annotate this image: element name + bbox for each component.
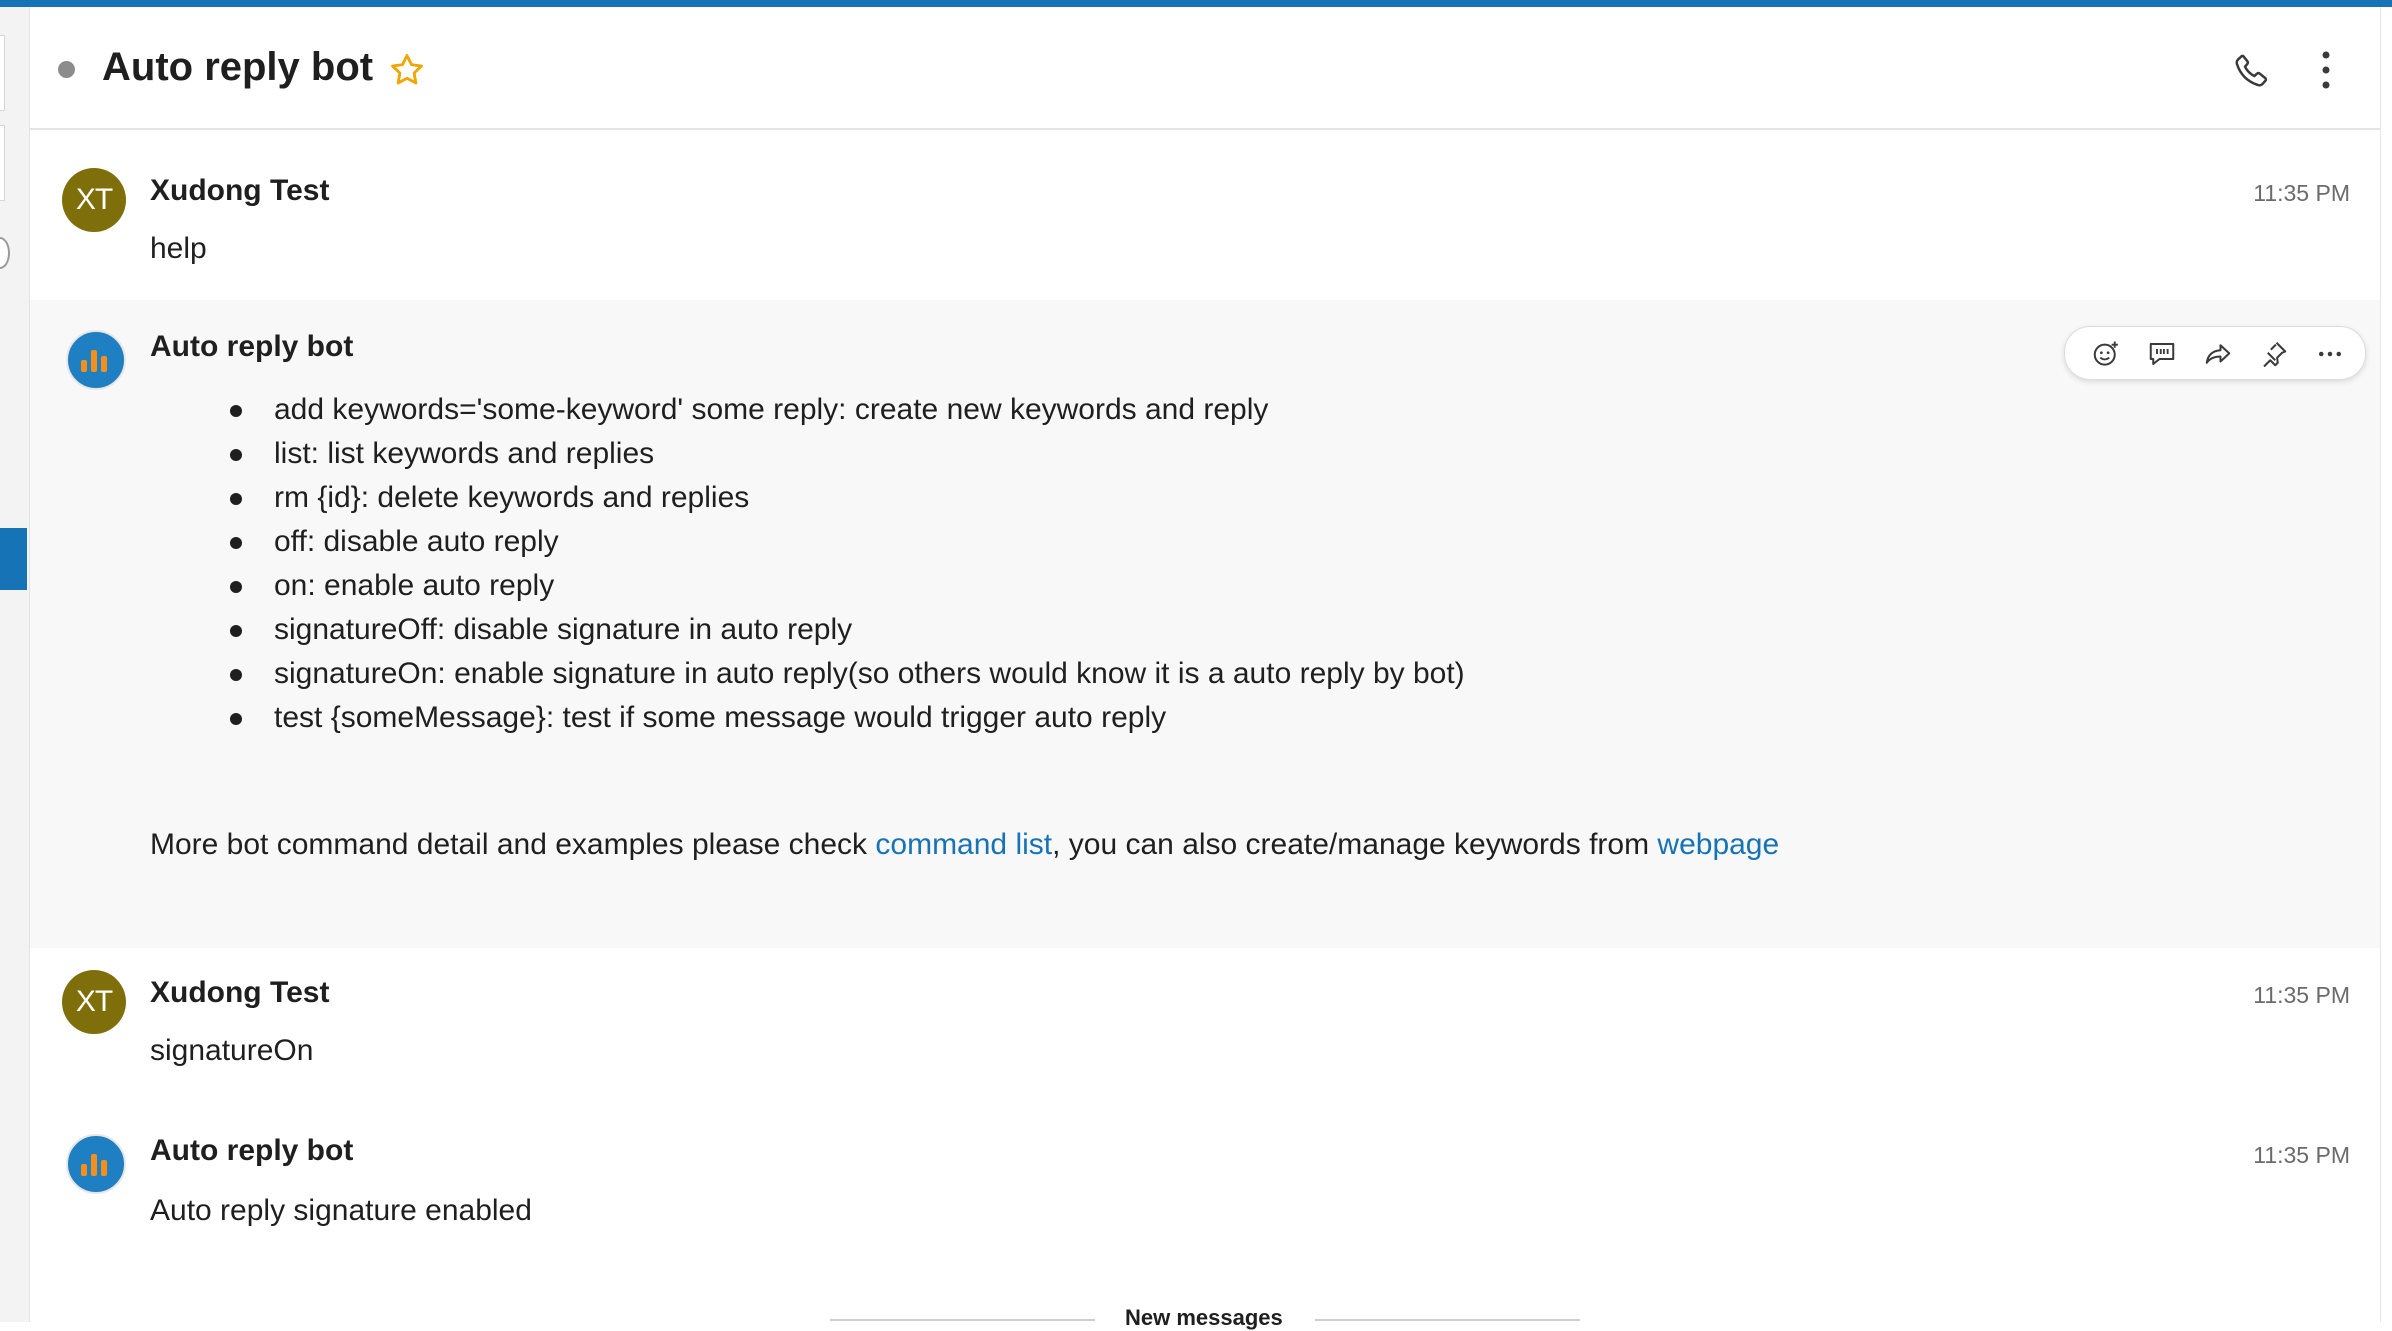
message-text: signatureOn (150, 1034, 314, 1067)
sender-name[interactable]: Xudong Test (150, 174, 329, 208)
message-text: help (150, 232, 207, 265)
new-messages-label: New messages (1125, 1305, 1283, 1330)
presence-dot (58, 61, 75, 78)
conversation-header: Auto reply bot (30, 7, 2380, 130)
bot-avatar[interactable] (66, 330, 126, 390)
nav-icon-partial[interactable] (0, 237, 10, 269)
list-item: add keywords='some-keyword' some reply: … (230, 388, 1465, 432)
list-item: rm {id}: delete keywords and replies (230, 476, 1465, 520)
left-navigation-strip (0, 7, 30, 1322)
message-item[interactable]: XT Xudong Test 11:35 PM signatureOn (30, 948, 2380, 1108)
list-item: on: enable auto reply (230, 564, 1465, 608)
message-action-bar (2064, 326, 2366, 380)
command-list: add keywords='some-keyword' some reply: … (230, 388, 1465, 740)
sender-name[interactable]: Xudong Test (150, 976, 329, 1010)
list-item: off: disable auto reply (230, 520, 1465, 564)
nav-item-partial[interactable] (0, 35, 5, 111)
nav-active-indicator (0, 528, 27, 590)
message-item[interactable]: Auto reply bot add keywords='some-keywor… (30, 300, 2380, 948)
list-item: test {someMessage}: test if some message… (230, 696, 1465, 740)
sender-name[interactable]: Auto reply bot (150, 330, 353, 364)
message-time: 11:35 PM (2253, 982, 2350, 1008)
message-time: 11:35 PM (2253, 1142, 2350, 1168)
message-text: Auto reply signature enabled (150, 1194, 532, 1227)
help-footer-text: More bot command detail and examples ple… (150, 828, 1780, 861)
nav-item-partial[interactable] (0, 125, 5, 201)
emoji-reaction-icon[interactable] (2091, 339, 2121, 369)
message-item[interactable]: Auto reply bot 11:35 PM Auto reply signa… (30, 1108, 2380, 1268)
forward-icon[interactable] (2203, 339, 2233, 369)
avatar[interactable]: XT (62, 168, 126, 232)
avatar[interactable]: XT (62, 970, 126, 1034)
quote-icon[interactable] (2147, 339, 2177, 369)
more-horizontal-icon[interactable] (2315, 339, 2345, 369)
star-icon[interactable] (388, 51, 426, 89)
more-vertical-icon[interactable] (2318, 49, 2334, 91)
command-list-link[interactable]: command list (875, 828, 1052, 861)
scrollbar-track[interactable] (2380, 7, 2392, 1322)
message-item[interactable]: XT Xudong Test 11:35 PM help (30, 130, 2380, 300)
conversation-title: Auto reply bot (102, 45, 374, 89)
phone-icon[interactable] (2232, 50, 2272, 90)
message-time: 11:35 PM (2253, 180, 2350, 206)
bot-avatar[interactable] (66, 1134, 126, 1194)
pin-icon[interactable] (2259, 339, 2289, 369)
list-item: signatureOn: enable signature in auto re… (230, 652, 1465, 696)
new-messages-divider: New messages (830, 1305, 1590, 1330)
webpage-link[interactable]: webpage (1657, 828, 1779, 861)
list-item: list: list keywords and replies (230, 432, 1465, 476)
list-item: signatureOff: disable signature in auto … (230, 608, 1465, 652)
window-accent-bar (0, 0, 2392, 7)
sender-name[interactable]: Auto reply bot (150, 1134, 353, 1168)
